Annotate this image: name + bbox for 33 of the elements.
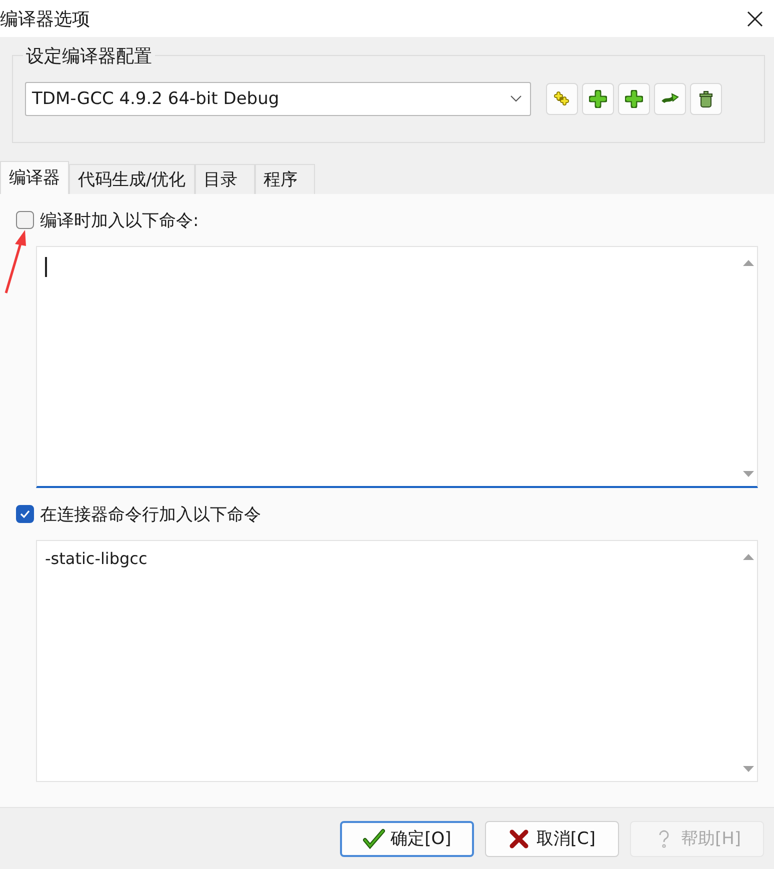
tab[interactable]: 编译器 [0,161,69,194]
checkbox-label: 编译时加入以下命令: [40,210,199,232]
close-icon[interactable] [746,10,764,28]
scroll-down-icon[interactable] [743,765,754,773]
compiler-dropdown[interactable]: TDM-GCC 4.9.2 64-bit Debug [25,82,531,116]
checkbox[interactable] [16,211,34,229]
tab[interactable]: 目录 [194,164,255,194]
plus-icon [589,90,607,108]
text-cursor [45,257,46,277]
checkbox-label: 在连接器命令行加入以下命令 [40,504,261,526]
text-area[interactable]: -static-libgcc [36,540,758,782]
scroll-up-icon[interactable] [743,259,754,267]
cross-icon [508,828,530,850]
window-title: 编译器选项 [0,8,90,30]
dialog-button[interactable]: 取消[C] [485,820,619,856]
scroll-down-icon[interactable] [743,470,754,478]
checkbox[interactable] [16,505,34,523]
toolbar-button[interactable] [618,83,650,115]
plus-pair-icon [553,90,571,108]
tab[interactable]: 代码生成/优化 [69,164,195,194]
toolbar-button[interactable] [690,83,722,115]
toolbar-button[interactable] [582,83,614,115]
tab[interactable]: 程序 [254,164,315,194]
check-icon [362,828,385,850]
plus-icon [625,90,643,108]
dialog-button[interactable]: 确定[O] [340,820,474,856]
trash-can-icon [697,90,715,108]
chevron-icon [510,95,522,103]
checkmark-icon [19,508,31,520]
toolbar-button[interactable] [546,83,578,115]
toolbar-button[interactable] [654,83,686,115]
scroll-up-icon[interactable] [743,553,754,561]
text-content: -static-libgcc [45,549,148,568]
